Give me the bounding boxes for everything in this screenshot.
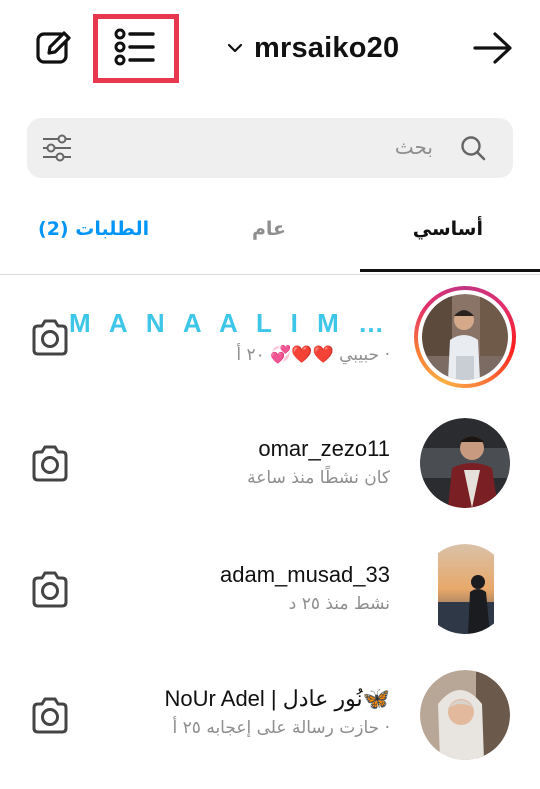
account-switcher[interactable]: mrsaiko20 <box>226 28 399 68</box>
inbox-tabs: أساسي عام الطلبات (2) <box>0 196 540 275</box>
search-bar[interactable]: بحث <box>27 118 513 178</box>
thread-text: adam_musad_33 نشط منذ ٢٥ د <box>220 562 390 614</box>
thread-row[interactable]: NoUr Adel | نُور عادل🦋 · حازت رسالة على … <box>0 666 540 776</box>
thread-text: omar_zezo11 كان نشطًا منذ ساعة <box>247 436 390 488</box>
avatar <box>422 294 508 380</box>
thread-subtitle: نشط منذ ٢٥ د <box>288 594 390 614</box>
arrow-right-icon[interactable] <box>472 30 514 66</box>
avatar[interactable] <box>420 544 510 634</box>
thread-name: adam_musad_33 <box>219 562 390 587</box>
account-username: mrsaiko20 <box>254 31 400 64</box>
list-icon[interactable] <box>110 26 158 68</box>
thread-text: M A N A A L I M … · حبيبي ❤️❤️💞 ٢٠ أ <box>69 308 390 365</box>
thread-row[interactable]: M A N A A L I M … · حبيبي ❤️❤️💞 ٢٠ أ <box>0 286 540 396</box>
thread-row[interactable]: omar_zezo11 كان نشطًا منذ ساعة <box>0 410 540 520</box>
thread-subtitle: كان نشطًا منذ ساعة <box>247 468 390 488</box>
thread-text: NoUr Adel | نُور عادل🦋 · حازت رسالة على … <box>165 686 390 738</box>
filter-icon[interactable] <box>41 132 73 164</box>
camera-icon[interactable] <box>28 318 72 358</box>
tab-general[interactable]: عام <box>252 218 286 240</box>
thread-subtitle: · حازت رسالة على إعجابه ٢٥ أ <box>172 718 390 738</box>
camera-icon[interactable] <box>28 444 72 484</box>
thread-subtitle: · حبيبي ❤️❤️💞 ٢٠ أ <box>236 345 390 365</box>
camera-icon[interactable] <box>28 696 72 736</box>
thread-row[interactable]: adam_musad_33 نشط منذ ٢٥ د <box>0 542 540 652</box>
search-icon <box>461 136 486 161</box>
camera-icon[interactable] <box>28 570 72 610</box>
tab-requests[interactable]: الطلبات (2) <box>38 218 149 240</box>
chevron-down-icon <box>227 43 243 53</box>
avatar[interactable] <box>420 418 510 508</box>
story-ring[interactable] <box>414 286 516 388</box>
thread-name: M A N A A L I M … <box>68 308 390 338</box>
search-placeholder: بحث <box>394 135 433 159</box>
tab-primary[interactable]: أساسي <box>413 218 483 240</box>
top-bar: mrsaiko20 <box>0 0 540 100</box>
avatar[interactable] <box>420 670 510 760</box>
thread-name: NoUr Adel | نُور عادل🦋 <box>164 686 390 711</box>
new-message-icon[interactable] <box>34 28 74 68</box>
thread-name: omar_zezo11 <box>258 436 390 461</box>
active-tab-indicator <box>360 269 540 272</box>
